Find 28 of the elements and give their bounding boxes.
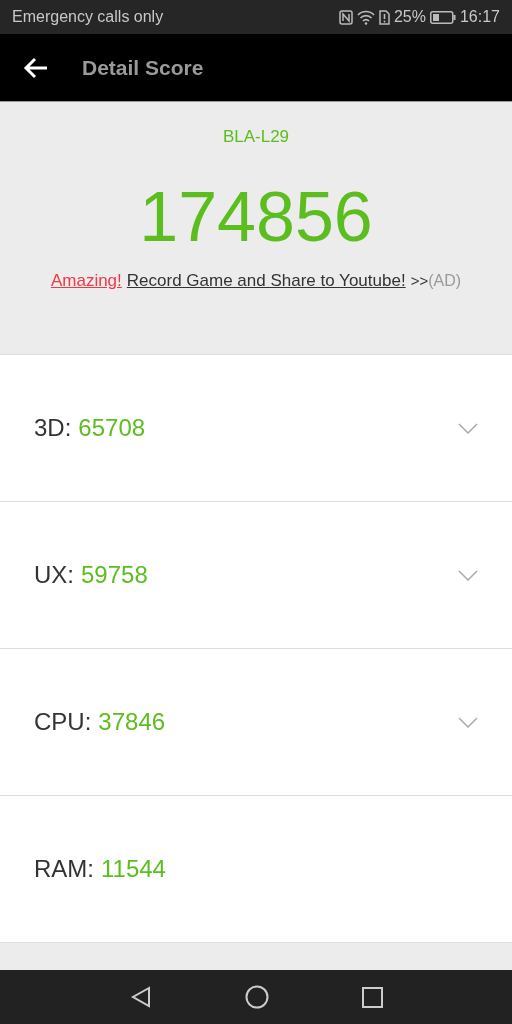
score-row[interactable]: CPU: 37846 <box>0 649 512 796</box>
battery-percent: 25% <box>393 8 426 26</box>
arrows-text: >> <box>410 272 429 289</box>
clock-text: 16:17 <box>459 8 500 26</box>
score-value: 37846 <box>98 708 166 736</box>
score-label: 3D: <box>34 414 72 442</box>
score-label: UX: <box>34 561 74 589</box>
score-row[interactable]: UX: 59758 <box>0 502 512 649</box>
score-label: RAM: <box>34 855 94 883</box>
nfc-icon <box>338 9 353 25</box>
home-icon[interactable] <box>244 985 269 1009</box>
wifi-icon <box>356 9 375 25</box>
score-value: 59758 <box>81 561 148 589</box>
back-icon[interactable] <box>129 986 152 1008</box>
score-value: 65708 <box>78 414 146 442</box>
carrier-text: Emergency calls only <box>12 8 164 26</box>
score-label: CPU: <box>34 708 92 736</box>
back-arrow-icon[interactable] <box>23 56 49 79</box>
total-score: 174856 <box>139 177 373 257</box>
battery-icon <box>429 10 456 24</box>
screen-title: Detail Score <box>82 55 204 80</box>
ad-tag: (AD) <box>428 272 462 290</box>
sim-alert-icon <box>378 9 390 25</box>
score-value: 11544 <box>101 855 166 883</box>
recents-icon[interactable] <box>361 986 383 1008</box>
score-row[interactable]: 3D: 65708 <box>0 355 512 502</box>
record-share-link[interactable]: Record Game and Share to Youtube! <box>126 271 406 291</box>
device-model: BLA-L29 <box>222 127 290 147</box>
